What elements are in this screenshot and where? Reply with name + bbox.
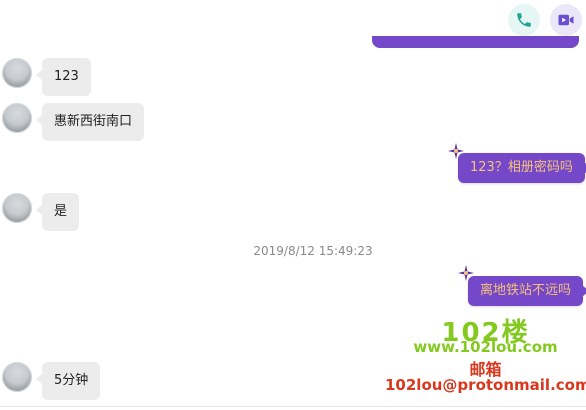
- message-text: 5分钟: [54, 373, 89, 388]
- watermark: 102楼 www.102lou.com 邮箱 102lou@protonmail…: [385, 312, 586, 410]
- voice-call-button[interactable]: [508, 4, 540, 36]
- watermark-email: 102lou@protonmail.com: [385, 376, 586, 394]
- message-text: 123？相册密码吗: [470, 160, 573, 175]
- message-bubble-incoming: 是: [35, 193, 80, 231]
- message-text: 123: [54, 69, 79, 84]
- message-bubble-incoming: 123: [36, 58, 91, 96]
- message-text: 离地铁站不远吗: [480, 283, 572, 298]
- message-text: 惠新西街南口: [54, 114, 133, 129]
- message-bubble-outgoing: 离地铁站不远吗: [468, 276, 586, 306]
- avatar: [2, 58, 32, 88]
- avatar: [2, 362, 32, 392]
- watermark-url: www.102lou.com: [413, 338, 558, 356]
- phone-icon: [517, 13, 531, 27]
- avatar: [2, 103, 32, 133]
- message-text: 是: [54, 204, 68, 219]
- video-call-button[interactable]: [550, 4, 582, 36]
- message-bubble-incoming: 惠新西街南口: [35, 103, 145, 141]
- message-bubble-outgoing: 123？相册密码吗: [458, 153, 586, 183]
- partial-outgoing-bubble: [372, 36, 579, 48]
- message-timestamp: 2019/8/12 15:49:23: [253, 244, 373, 258]
- video-icon: [558, 14, 574, 26]
- bottom-divider: [0, 406, 586, 407]
- message-bubble-incoming: 5分钟: [35, 362, 101, 400]
- avatar: [2, 193, 32, 223]
